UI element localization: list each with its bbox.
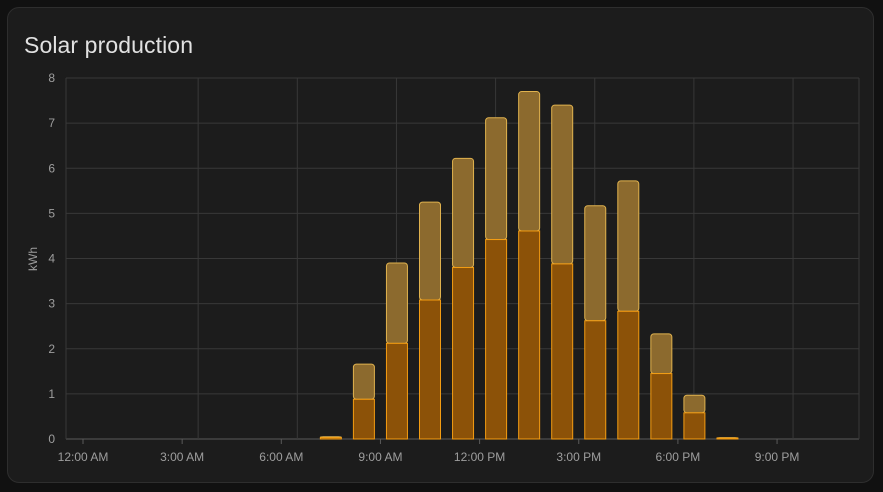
bar-top-segment[interactable] [452, 157, 475, 269]
y-axis-label: kWh [26, 247, 40, 271]
y-tick-label: 2 [48, 342, 55, 356]
bar-bottom-segment[interactable] [518, 230, 541, 440]
bar-top-segment[interactable] [683, 394, 706, 414]
bar-bottom-segment[interactable] [551, 263, 574, 440]
x-tick-label: 6:00 PM [656, 450, 701, 464]
x-tick-label: 9:00 AM [358, 450, 402, 464]
y-tick-label: 7 [48, 116, 55, 130]
x-tick-label: 6:00 AM [259, 450, 303, 464]
x-tick-label: 12:00 PM [454, 450, 505, 464]
bar-bottom-segment[interactable] [352, 398, 375, 440]
y-tick-label: 0 [48, 432, 55, 446]
y-tick-label: 3 [48, 297, 55, 311]
bar-top-segment[interactable] [485, 117, 508, 241]
y-tick-label: 4 [48, 252, 55, 266]
bar-bottom-segment[interactable] [716, 437, 739, 440]
bar-bottom-segment[interactable] [485, 239, 508, 440]
x-tick-label: 9:00 PM [755, 450, 800, 464]
y-tick-label: 8 [48, 71, 55, 85]
bar-bottom-segment[interactable] [683, 412, 706, 440]
bar-bottom-segment[interactable] [617, 310, 640, 440]
bar-top-segment[interactable] [352, 363, 375, 400]
bar-bottom-segment[interactable] [319, 437, 342, 440]
bar-bottom-segment[interactable] [452, 267, 475, 440]
x-tick-label: 12:00 AM [58, 450, 109, 464]
bar-top-segment[interactable] [518, 91, 541, 232]
y-tick-label: 1 [48, 387, 55, 401]
bar-bottom-segment[interactable] [650, 373, 673, 440]
x-tick-label: 3:00 PM [556, 450, 601, 464]
bar-bottom-segment[interactable] [385, 342, 408, 440]
bar-top-segment[interactable] [551, 104, 574, 265]
bar-top-segment[interactable] [650, 333, 673, 375]
bar-bottom-segment[interactable] [584, 320, 607, 440]
bar-top-segment[interactable] [617, 180, 640, 312]
bars[interactable] [319, 91, 739, 440]
bar-top-segment[interactable] [419, 201, 441, 301]
y-tick-label: 6 [48, 161, 55, 175]
solar-production-chart: 0 1 2 3 4 5 6 7 8 12:00 AM 3:00 AM 6:00 AM 9:00 AM 12… [26, 71, 860, 464]
bar-bottom-segment[interactable] [419, 299, 441, 440]
bar-top-segment[interactable] [584, 205, 607, 322]
bar-top-segment[interactable] [385, 262, 408, 344]
y-tick-label: 5 [48, 206, 55, 220]
x-tick-label: 3:00 AM [160, 450, 204, 464]
